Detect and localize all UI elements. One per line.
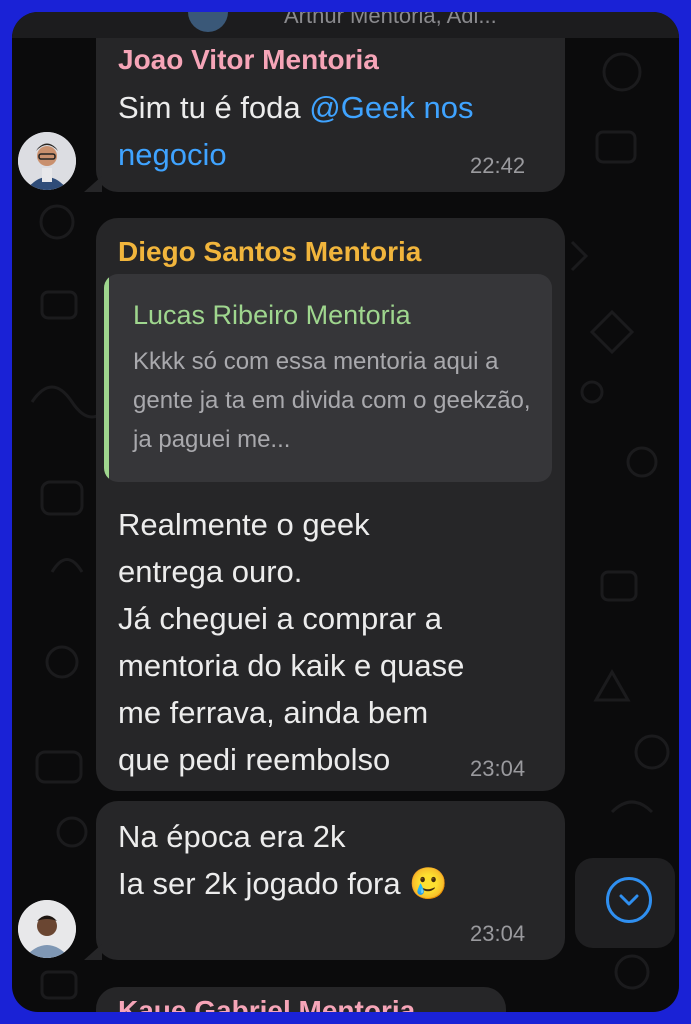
chat-title[interactable]: Arthur Mentoria, Adi... [284, 12, 497, 29]
message-line: Já cheguei a comprar a [118, 601, 442, 636]
quote-sender-name: Lucas Ribeiro Mentoria [133, 300, 411, 330]
message-bubble[interactable]: Na época era 2k Ia ser 2k jogado fora 🥲 … [96, 801, 565, 960]
quote-text: Kkkk só com essa mentoria aqui a gente j… [133, 348, 531, 453]
group-avatar[interactable] [188, 12, 228, 32]
message-bubble[interactable]: Diego Santos Mentoria Lucas Ribeiro Ment… [96, 218, 565, 791]
reply-quote[interactable]: Lucas Ribeiro Mentoria Kkkk só com essa … [104, 274, 552, 482]
sender-name[interactable]: Joao Vitor Mentoria [118, 44, 379, 76]
message-line: Realmente o geek [118, 507, 370, 542]
message-line: mentoria do kaik e quase [118, 648, 465, 683]
message-time: 23:04 [470, 921, 526, 946]
sender-name[interactable]: Diego Santos Mentoria [118, 236, 421, 268]
chat-header[interactable]: Arthur Mentoria, Adi... [12, 12, 679, 38]
message-text-plain: Sim tu é foda [118, 90, 310, 125]
quote-accent-bar [104, 274, 109, 482]
message-line: entrega ouro. [118, 554, 303, 589]
message-time: 23:04 [470, 756, 526, 781]
message-bubble[interactable]: Kaue Gabriel Mentoria [96, 987, 506, 1012]
message-bubble[interactable]: Joao Vitor Mentoria Sim tu é foda @Geek … [96, 38, 565, 192]
message-text: Na época era 2k Ia ser 2k jogado fora 🥲 [118, 813, 558, 907]
scroll-to-bottom-button[interactable] [575, 858, 675, 948]
message-line: me ferrava, ainda bem [118, 695, 429, 730]
message-line: Na época era 2k [118, 819, 346, 854]
message-time: 22:42 [470, 153, 526, 178]
sender-name[interactable]: Kaue Gabriel Mentoria [118, 995, 415, 1012]
message-text: Realmente o geek entrega ouro. Já chegue… [118, 501, 558, 783]
message-line: Ia ser 2k jogado fora 🥲 [118, 866, 448, 901]
avatar[interactable] [18, 900, 76, 958]
chat-screen: Arthur Mentoria, Adi... Joao Vitor Mento… [12, 12, 679, 1012]
avatar[interactable] [18, 132, 76, 190]
chevron-down-icon [606, 877, 652, 923]
